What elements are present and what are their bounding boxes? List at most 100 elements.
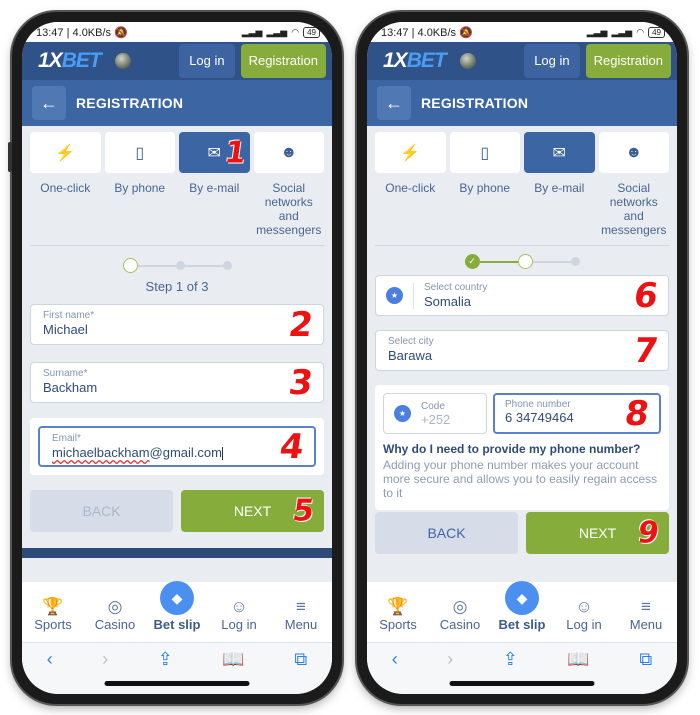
next-button[interactable]: NEXT 9: [526, 512, 669, 554]
registration-header: ← REGISTRATION: [367, 80, 677, 126]
browser-toolbar: ‹ › ⇪ 📖 ⧉: [22, 642, 332, 694]
annotation-badge: 2: [286, 304, 316, 345]
bookmarks-icon[interactable]: 📖: [222, 649, 244, 694]
stepper: ✓: [367, 254, 677, 269]
back-button[interactable]: BACK: [375, 512, 518, 554]
city-select[interactable]: Select city Barawa 7: [375, 330, 669, 371]
home-indicator: [449, 681, 595, 686]
back-arrow-icon[interactable]: ←: [32, 86, 66, 120]
back-arrow-icon[interactable]: ←: [377, 86, 411, 120]
status-bar: 13:47 | 4.0KB/s 🔕 ▂▃▅ ▂▃▅ ◠ 49: [367, 22, 677, 42]
menu-icon: ≡: [296, 597, 306, 616]
casino-chip-icon: ◎: [107, 597, 123, 616]
method-label: Social networks and messengers: [256, 181, 322, 237]
share-icon[interactable]: ⇪: [503, 649, 518, 694]
method-label: One-click: [40, 181, 91, 195]
country-code-field[interactable]: ★ Code +252: [383, 393, 487, 434]
tabs-icon[interactable]: ⧉: [639, 649, 652, 694]
step-dot: [570, 257, 580, 266]
field-value: +252: [421, 411, 451, 427]
battery-icon: 49: [303, 26, 320, 38]
somalia-flag-icon: ★: [386, 287, 403, 304]
ticket-icon: ◆: [505, 581, 539, 615]
tabs-icon[interactable]: ⧉: [294, 649, 307, 694]
logo[interactable]: 1XBET: [383, 49, 447, 73]
nav-login[interactable]: ☺ Log in: [555, 597, 613, 632]
method-by-phone[interactable]: ▯ By phone: [104, 132, 175, 237]
first-name-field[interactable]: First name* Michael 2: [30, 304, 324, 345]
method-label: By e-mail: [189, 181, 240, 195]
method-label: One-click: [385, 181, 436, 195]
somalia-flag-icon: ★: [394, 405, 411, 422]
nav-menu[interactable]: ≡ Menu: [617, 597, 675, 632]
browser-forward-icon[interactable]: ›: [102, 649, 108, 694]
nav-menu[interactable]: ≡ Menu: [272, 597, 330, 632]
nav-sports[interactable]: 🏆 Sports: [369, 597, 427, 632]
method-by-phone[interactable]: ▯ By phone: [449, 132, 520, 237]
globe-icon[interactable]: [459, 53, 476, 69]
form-actions: BACK NEXT 5: [22, 490, 332, 532]
registration-methods: ⚡ One-click ▯ By phone ✉ 1 By e-mail ☻ Social…: [22, 126, 332, 237]
annotation-badge: 9: [635, 515, 662, 551]
field-value: Michael: [43, 322, 88, 337]
home-indicator: [104, 681, 250, 686]
nav-bet-slip[interactable]: ◆ Bet slip: [493, 581, 551, 632]
screen-right: 13:47 | 4.0KB/s 🔕 ▂▃▅ ▂▃▅ ◠ 49 1XBET Log in…: [367, 22, 677, 694]
nav-bet-slip[interactable]: ◆ Bet slip: [148, 581, 206, 632]
globe-icon[interactable]: [114, 53, 131, 69]
country-select[interactable]: ★ Select country Somalia 6: [375, 275, 669, 316]
field-label: First name*: [43, 310, 95, 321]
signal-icon: ▂▃▅: [241, 26, 263, 37]
browser-back-icon[interactable]: ‹: [47, 649, 53, 694]
method-one-click[interactable]: ⚡ One-click: [375, 132, 446, 237]
login-button[interactable]: Log in: [179, 44, 235, 78]
status-time: 13:47 | 4.0KB/s 🔕: [36, 26, 128, 39]
method-social[interactable]: ☻ Social networks and messengers: [253, 132, 324, 237]
email-field[interactable]: Email* michaelbackham@gmail.com 4: [38, 426, 316, 467]
back-button[interactable]: BACK: [30, 490, 173, 532]
casino-chip-icon: ◎: [452, 597, 468, 616]
phone-section: ★ Code +252 Phone number 6 34749464 8 Why…: [375, 385, 669, 510]
people-icon: ☻: [280, 143, 298, 161]
status-icons: ▂▃▅ ▂▃▅ ◠ 49: [241, 26, 320, 38]
nav-sports[interactable]: 🏆 Sports: [24, 597, 82, 632]
stepper: [22, 258, 332, 273]
signal-icon: ▂▃▅: [611, 26, 633, 37]
step-dot-current: [517, 254, 533, 269]
browser-forward-icon[interactable]: ›: [447, 649, 453, 694]
nav-login[interactable]: ☺ Log in: [210, 597, 268, 632]
registration-methods: ⚡ One-click ▯ By phone ✉ By e-mail ☻ Social …: [367, 126, 677, 237]
screen-left: 13:47 | 4.0KB/s 🔕 ▂▃▅ ▂▃▅ ◠ 49 1XBET Log in…: [22, 22, 332, 694]
trophy-icon: 🏆: [387, 597, 409, 616]
method-by-email[interactable]: ✉ 1 By e-mail: [179, 132, 250, 237]
envelope-icon: ✉: [552, 144, 566, 162]
trophy-icon: 🏆: [42, 597, 64, 616]
method-one-click[interactable]: ⚡ One-click: [30, 132, 101, 237]
browser-back-icon[interactable]: ‹: [392, 649, 398, 694]
signal-icon: ▂▃▅: [266, 26, 288, 37]
method-by-email[interactable]: ✉ By e-mail: [524, 132, 595, 237]
logo[interactable]: 1XBET: [38, 49, 102, 73]
phone-icon: ▯: [480, 144, 490, 162]
menu-icon: ≡: [641, 597, 651, 616]
ticket-icon: ◆: [160, 581, 194, 615]
top-bar: 1XBET Log in Registration: [367, 42, 677, 80]
surname-field[interactable]: Surname* Backham 3: [30, 362, 324, 403]
share-icon[interactable]: ⇪: [158, 649, 173, 694]
annotation-badge: 8: [622, 393, 652, 434]
method-social[interactable]: ☻ Social networks and messengers: [598, 132, 669, 237]
method-label: By phone: [114, 181, 166, 195]
phone-number-field[interactable]: Phone number 6 34749464 8: [493, 393, 661, 434]
people-icon: ☻: [625, 143, 643, 161]
annotation-badge: 5: [290, 493, 317, 529]
method-label: By e-mail: [534, 181, 585, 195]
user-icon: ☺: [230, 597, 248, 616]
bookmarks-icon[interactable]: 📖: [567, 649, 589, 694]
registration-button[interactable]: Registration: [240, 44, 326, 78]
registration-button[interactable]: Registration: [585, 44, 671, 78]
nav-casino[interactable]: ◎ Casino: [431, 597, 489, 632]
nav-casino[interactable]: ◎ Casino: [86, 597, 144, 632]
divider: [375, 245, 669, 246]
next-button[interactable]: NEXT 5: [181, 490, 324, 532]
login-button[interactable]: Log in: [524, 44, 580, 78]
